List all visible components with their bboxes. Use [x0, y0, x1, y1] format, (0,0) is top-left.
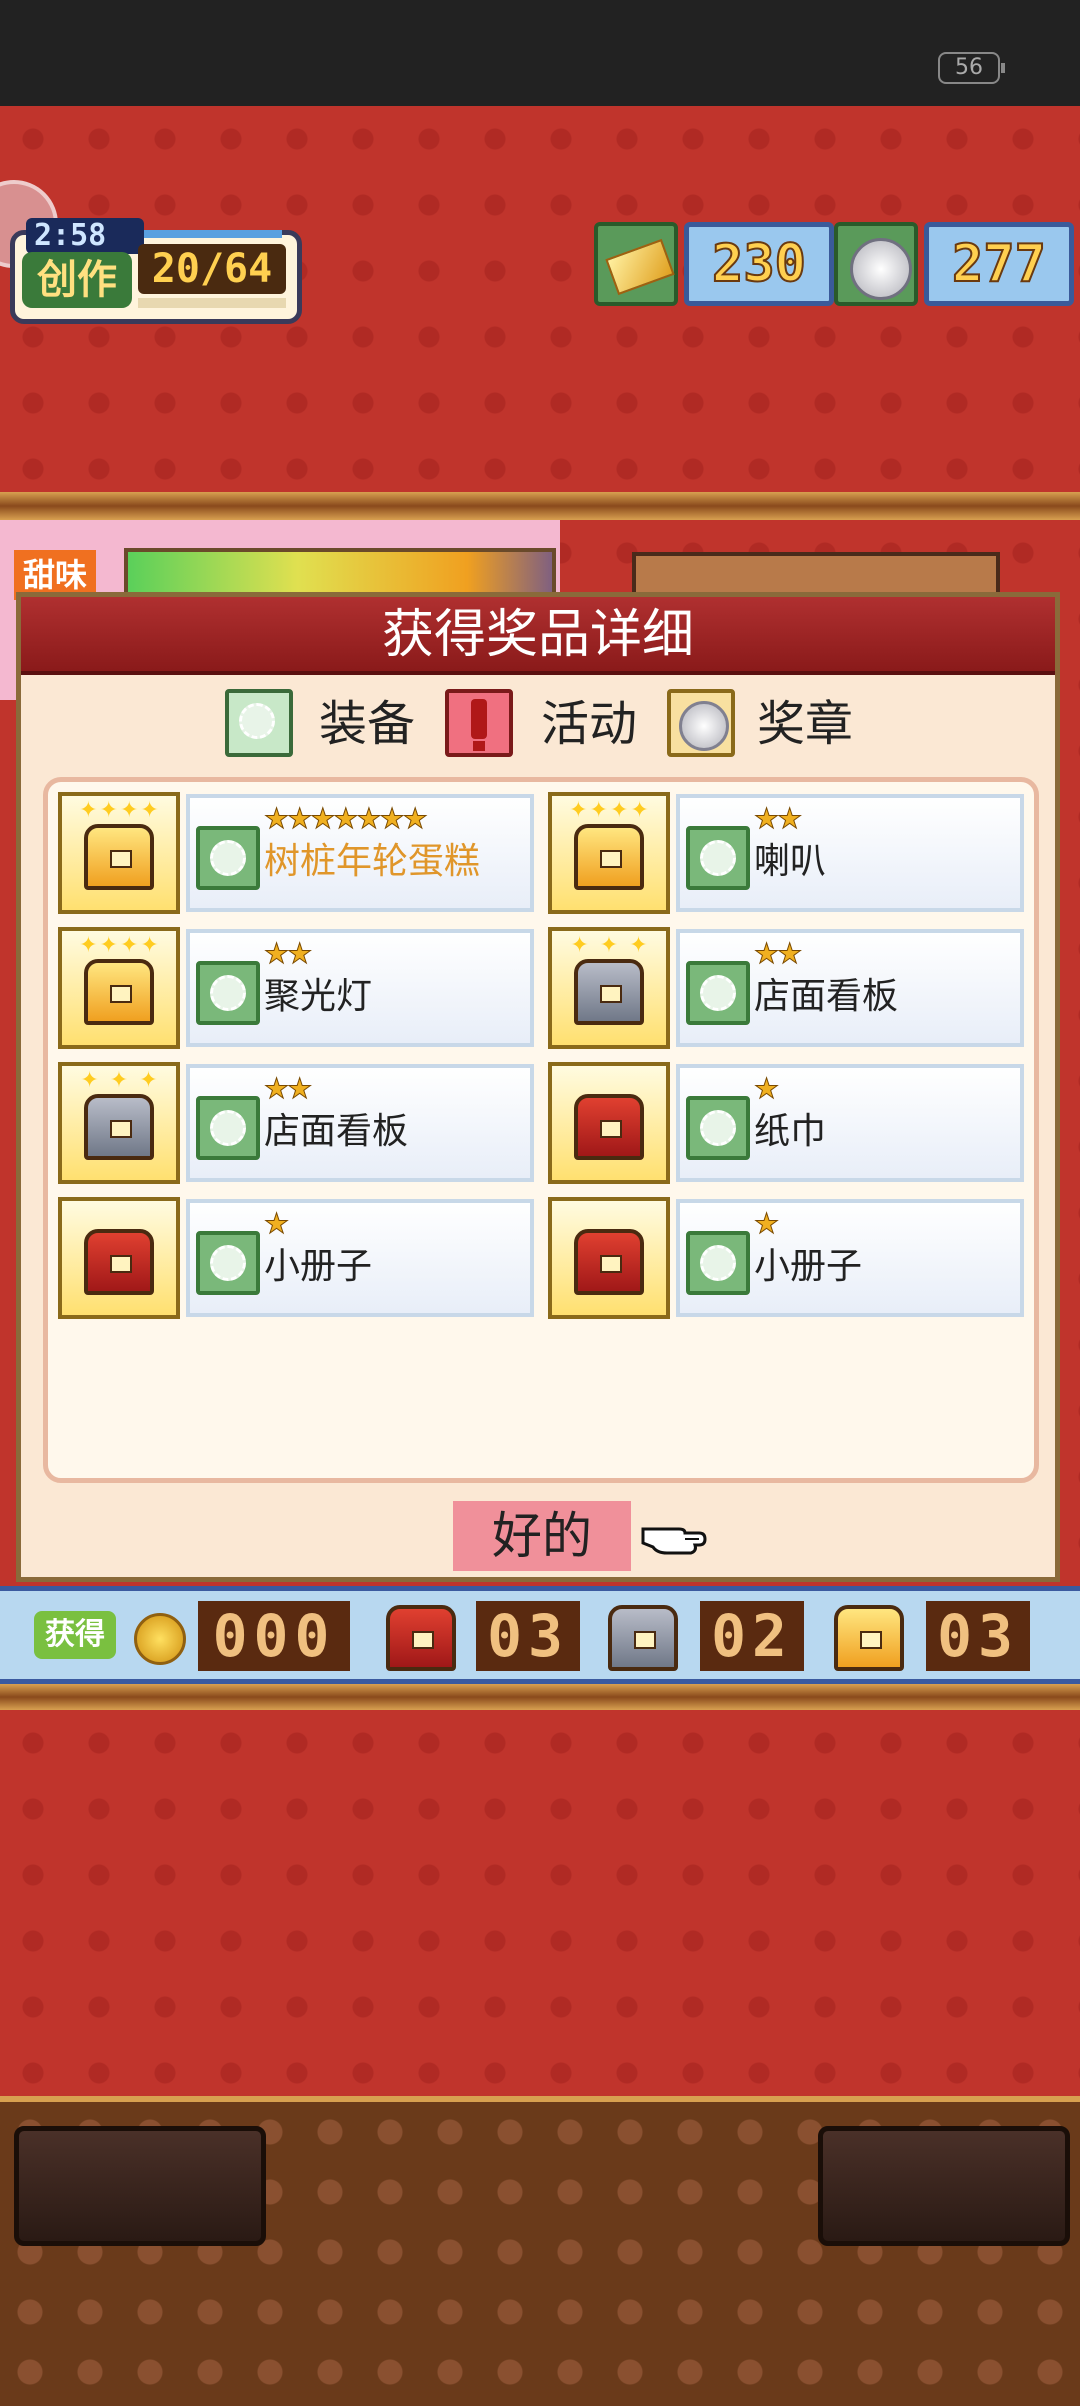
prize-name: 店面看板	[754, 976, 899, 1017]
red-chest-count: 03	[476, 1601, 580, 1671]
legend-equipment-label: 装备	[319, 696, 416, 752]
prize-name: 树桩年轮蛋糕	[264, 841, 481, 882]
treasure-chest-icon	[548, 1197, 670, 1319]
dialog-title: 获得奖品详细	[21, 597, 1055, 675]
red-chest-icon	[378, 1603, 462, 1671]
timer-display: 2:58	[26, 218, 144, 254]
rarity-stars: ★★	[263, 1072, 312, 1105]
prize-item[interactable]: ★ 小册子	[548, 1197, 1024, 1319]
bottom-rail	[0, 1684, 1080, 1710]
gold-bar-icon	[594, 222, 678, 306]
prize-detail-dialog: 获得奖品详细 装备 活动 奖章 ✦✦✦✦ ★★★★★★★ 树桩年轮蛋糕 ✦✦✦✦	[16, 592, 1060, 1582]
treasure-chest-icon: ✦ ✦ ✦	[548, 927, 670, 1049]
rarity-stars: ★★	[263, 937, 312, 970]
rarity-stars: ★★	[753, 802, 802, 835]
gear-icon	[196, 961, 260, 1025]
silver-chest-icon	[600, 1603, 684, 1671]
gold-chest-icon	[826, 1603, 910, 1671]
legend-medal-label: 奖章	[757, 696, 854, 752]
bottom-wallpaper	[0, 1710, 1080, 2096]
medal-icon	[667, 689, 735, 757]
rarity-stars: ★	[263, 1207, 289, 1240]
gold-chest-count: 03	[926, 1601, 1030, 1671]
gear-icon	[196, 1096, 260, 1160]
silver-chest-count: 02	[700, 1601, 804, 1671]
create-count: 20/64	[138, 244, 286, 294]
prize-name: 聚光灯	[264, 976, 373, 1017]
gear-icon	[686, 826, 750, 890]
battery-indicator: 56	[938, 52, 1005, 84]
gear-icon	[225, 689, 293, 757]
coin-icon	[134, 1613, 186, 1665]
prize-name: 小册子	[754, 1246, 863, 1287]
exclamation-icon	[445, 689, 513, 757]
status-bar: 56	[0, 0, 1080, 106]
rarity-stars: ★★	[753, 937, 802, 970]
prize-item[interactable]: ✦ ✦ ✦ ★★ 店面看板	[58, 1062, 534, 1184]
create-progress-bar	[138, 298, 286, 308]
prize-item[interactable]: ✦ ✦ ✦ ★★ 店面看板	[548, 927, 1024, 1049]
prize-item[interactable]: ✦✦✦✦ ★★ 喇叭	[548, 792, 1024, 914]
prize-item[interactable]: ★ 小册子	[58, 1197, 534, 1319]
gear-icon	[686, 1231, 750, 1295]
treasure-chest-icon	[548, 1062, 670, 1184]
top-rail	[0, 492, 1080, 520]
coin-count: 000	[198, 1601, 350, 1671]
treasure-chest-icon: ✦✦✦✦	[58, 792, 180, 914]
treasure-chest-icon: ✦✦✦✦	[548, 792, 670, 914]
silver-coin-icon	[834, 222, 918, 306]
timer-progress-bar	[142, 230, 282, 238]
prize-item[interactable]: ✦✦✦✦ ★★ 聚光灯	[58, 927, 534, 1049]
prize-name: 喇叭	[754, 841, 827, 882]
create-label: 创作	[22, 252, 132, 308]
treasure-chest-icon: ✦ ✦ ✦	[58, 1062, 180, 1184]
reward-summary: 获得 000 03 02 03	[0, 1586, 1080, 1684]
gold-value: 230	[684, 222, 834, 306]
silver-value: 277	[924, 222, 1074, 306]
rarity-stars: ★	[753, 1207, 779, 1240]
prize-name: 小册子	[264, 1246, 373, 1287]
prize-name: 店面看板	[264, 1111, 409, 1152]
rarity-stars: ★★★★★★★	[264, 802, 429, 835]
prize-item[interactable]: ✦✦✦✦ ★★★★★★★ 树桩年轮蛋糕	[58, 792, 534, 914]
gear-icon	[196, 1231, 260, 1295]
gear-icon	[686, 1096, 750, 1160]
pointing-hand-icon	[641, 1527, 707, 1555]
legend-event-label: 活动	[541, 696, 638, 752]
prize-item[interactable]: ★ 纸巾	[548, 1062, 1024, 1184]
treasure-chest-icon: ✦✦✦✦	[58, 927, 180, 1049]
prize-list: ✦✦✦✦ ★★★★★★★ 树桩年轮蛋糕 ✦✦✦✦ ★★ 喇叭 ✦✦✦✦ ★★ 聚…	[43, 777, 1039, 1483]
ok-button[interactable]: 好的	[453, 1501, 631, 1571]
gear-icon	[686, 961, 750, 1025]
left-speaker	[14, 2126, 266, 2246]
right-speaker	[818, 2126, 1070, 2246]
summary-tag: 获得	[34, 1611, 116, 1659]
gear-icon	[196, 826, 260, 890]
rarity-stars: ★	[753, 1072, 779, 1105]
prize-name: 纸巾	[754, 1111, 827, 1152]
legend: 装备 活动 奖章	[21, 683, 1055, 767]
treasure-chest-icon	[58, 1197, 180, 1319]
